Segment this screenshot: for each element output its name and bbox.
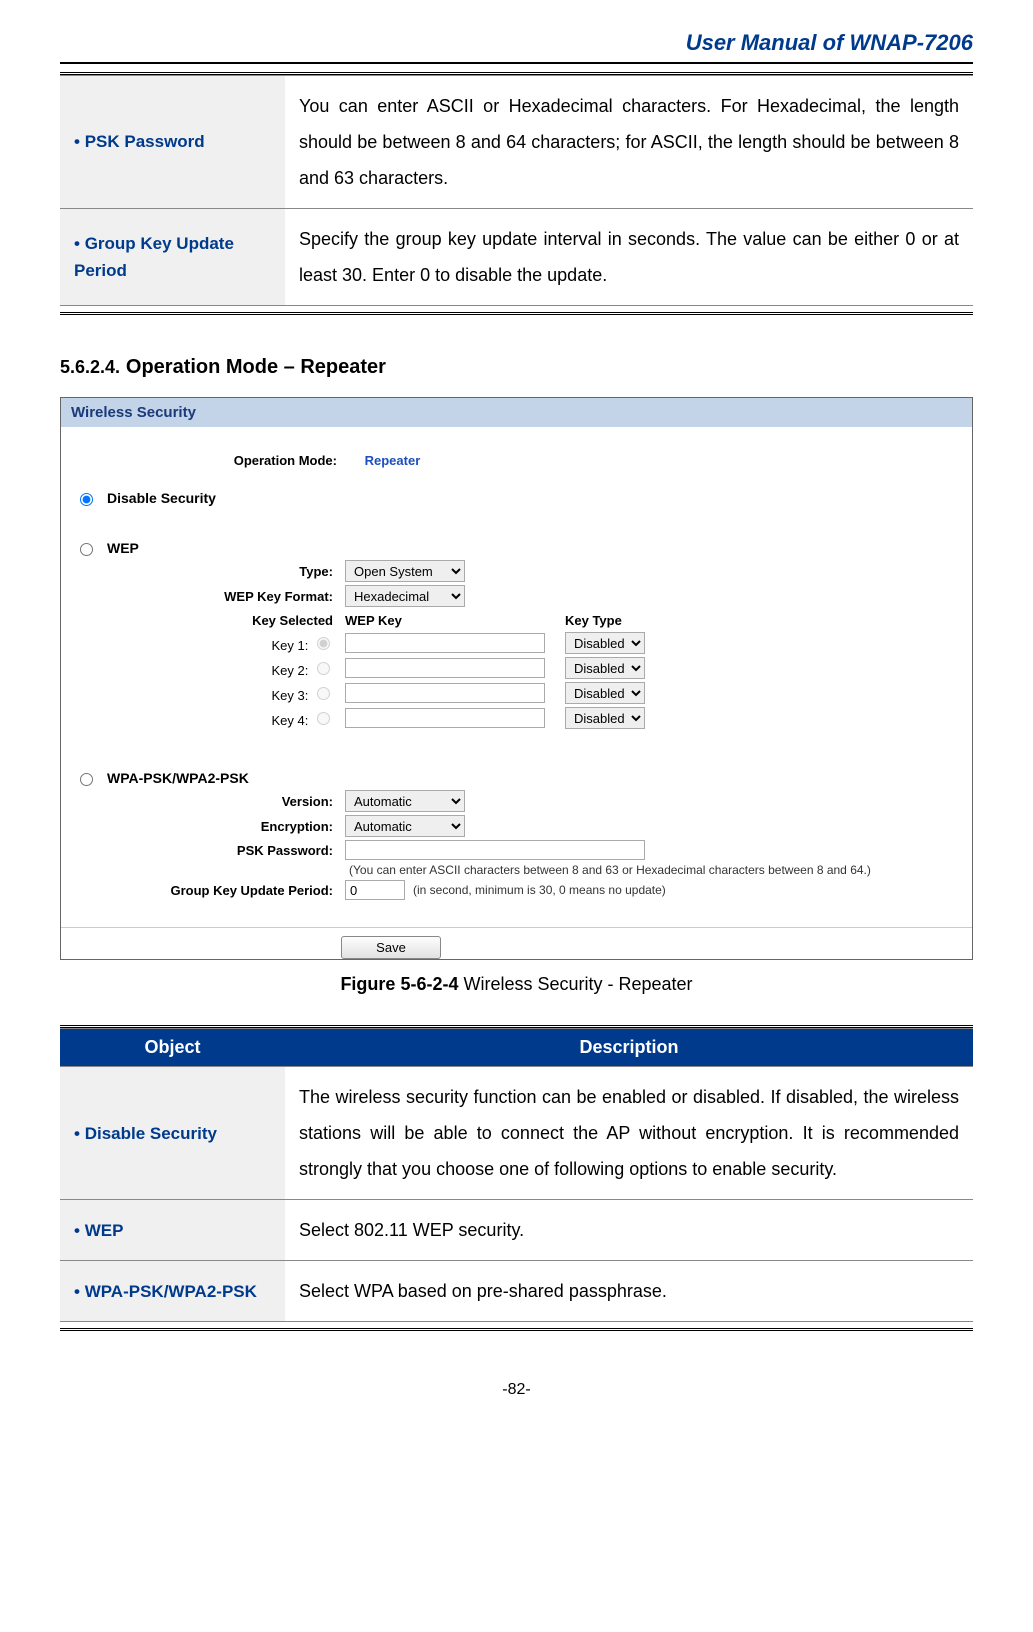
table-row: WEP Select 802.11 WEP security. xyxy=(60,1200,973,1261)
object-label: Disable Security xyxy=(74,1124,217,1143)
table-row: WPA-PSK/WPA2-PSK Select WPA based on pre… xyxy=(60,1261,973,1322)
disable-security-option[interactable]: Disable Security xyxy=(75,490,958,506)
wep-key-row: Key 2: Disabled xyxy=(75,657,958,679)
wep-key-row: Key 1: Disabled xyxy=(75,632,958,654)
wep-option[interactable]: WEP xyxy=(75,540,958,556)
key1-input[interactable] xyxy=(345,633,545,653)
key2-type-select[interactable]: Disabled xyxy=(565,657,645,679)
group-key-period-hint: (in second, minimum is 30, 0 means no up… xyxy=(405,883,666,897)
key1-radio[interactable] xyxy=(317,637,330,650)
key4-radio[interactable] xyxy=(317,712,330,725)
disable-security-radio[interactable] xyxy=(80,493,93,506)
section-number: 5.6.2.4. xyxy=(60,357,120,377)
key-type-header: Key Type xyxy=(565,613,675,628)
panel-title: Wireless Security xyxy=(61,398,972,427)
save-button[interactable]: Save xyxy=(341,936,441,959)
wep-label: WEP xyxy=(107,540,139,556)
wpa-radio[interactable] xyxy=(80,773,93,786)
version-label: Version: xyxy=(75,794,345,809)
figure-caption-num: Figure 5-6-2-4 xyxy=(340,974,458,994)
psk-hint: (You can enter ASCII characters between … xyxy=(345,863,871,877)
section-title: Operation Mode – Repeater xyxy=(126,356,386,378)
wpa-option[interactable]: WPA-PSK/WPA2-PSK xyxy=(75,770,958,786)
object-label: WPA-PSK/WPA2-PSK xyxy=(74,1282,257,1301)
wep-format-label: WEP Key Format: xyxy=(75,589,345,604)
wep-type-select[interactable]: Open System xyxy=(345,560,465,582)
key1-label: Key 1: xyxy=(272,638,309,653)
key3-type-select[interactable]: Disabled xyxy=(565,682,645,704)
key2-input[interactable] xyxy=(345,658,545,678)
wep-key-header: WEP Key xyxy=(345,613,565,628)
page-number: -82- xyxy=(60,1381,973,1399)
psk-password-input[interactable] xyxy=(345,840,645,860)
operation-mode-value: Repeater xyxy=(341,453,421,468)
wep-format-select[interactable]: Hexadecimal xyxy=(345,585,465,607)
operation-mode-label: Operation Mode: xyxy=(75,453,337,468)
section-heading: 5.6.2.4. Operation Mode – Repeater xyxy=(60,355,973,379)
key3-input[interactable] xyxy=(345,683,545,703)
object-description: You can enter ASCII or Hexadecimal chara… xyxy=(285,76,973,209)
header-divider xyxy=(60,62,973,64)
version-select[interactable]: Automatic xyxy=(345,790,465,812)
key3-radio[interactable] xyxy=(317,687,330,700)
object-label: WEP xyxy=(74,1221,123,1240)
wep-type-label: Type: xyxy=(75,564,345,579)
wep-key-row: Key 3: Disabled xyxy=(75,682,958,704)
table-row: Group Key Update Period Specify the grou… xyxy=(60,209,973,306)
figure-caption-text: Wireless Security - Repeater xyxy=(458,974,692,994)
group-key-period-label: Group Key Update Period: xyxy=(75,883,345,898)
object-label: PSK Password xyxy=(74,132,205,151)
object-description: Select WPA based on pre-shared passphras… xyxy=(285,1261,973,1322)
key-selected-header: Key Selected xyxy=(75,613,345,628)
description-column-header: Description xyxy=(285,1029,973,1067)
key2-label: Key 2: xyxy=(272,663,309,678)
object-label: Group Key Update Period xyxy=(74,234,234,280)
group-key-period-input[interactable] xyxy=(345,880,405,900)
object-column-header: Object xyxy=(60,1029,285,1067)
key2-radio[interactable] xyxy=(317,662,330,675)
key4-input[interactable] xyxy=(345,708,545,728)
manual-header: User Manual of WNAP-7206 xyxy=(60,30,973,56)
disable-security-label: Disable Security xyxy=(107,490,216,506)
operation-mode-row: Operation Mode: Repeater xyxy=(75,433,958,486)
object-description: The wireless security function can be en… xyxy=(285,1067,973,1200)
table-row: PSK Password You can enter ASCII or Hexa… xyxy=(60,76,973,209)
encryption-select[interactable]: Automatic xyxy=(345,815,465,837)
parameter-table-bottom: Object Description Disable Security The … xyxy=(60,1028,973,1322)
wireless-security-screenshot: Wireless Security Operation Mode: Repeat… xyxy=(60,397,973,960)
key1-type-select[interactable]: Disabled xyxy=(565,632,645,654)
parameter-table-top: PSK Password You can enter ASCII or Hexa… xyxy=(60,75,973,306)
wep-key-row: Key 4: Disabled xyxy=(75,707,958,729)
table-row: Disable Security The wireless security f… xyxy=(60,1067,973,1200)
psk-password-label: PSK Password: xyxy=(75,843,345,858)
object-description: Specify the group key update interval in… xyxy=(285,209,973,306)
figure-caption: Figure 5-6-2-4 Wireless Security - Repea… xyxy=(60,974,973,995)
table2-bottom-rule xyxy=(60,1328,973,1331)
key3-label: Key 3: xyxy=(272,688,309,703)
wpa-label: WPA-PSK/WPA2-PSK xyxy=(107,770,249,786)
encryption-label: Encryption: xyxy=(75,819,345,834)
table1-bottom-rule xyxy=(60,312,973,315)
object-description: Select 802.11 WEP security. xyxy=(285,1200,973,1261)
key4-label: Key 4: xyxy=(272,713,309,728)
key4-type-select[interactable]: Disabled xyxy=(565,707,645,729)
wep-radio[interactable] xyxy=(80,543,93,556)
